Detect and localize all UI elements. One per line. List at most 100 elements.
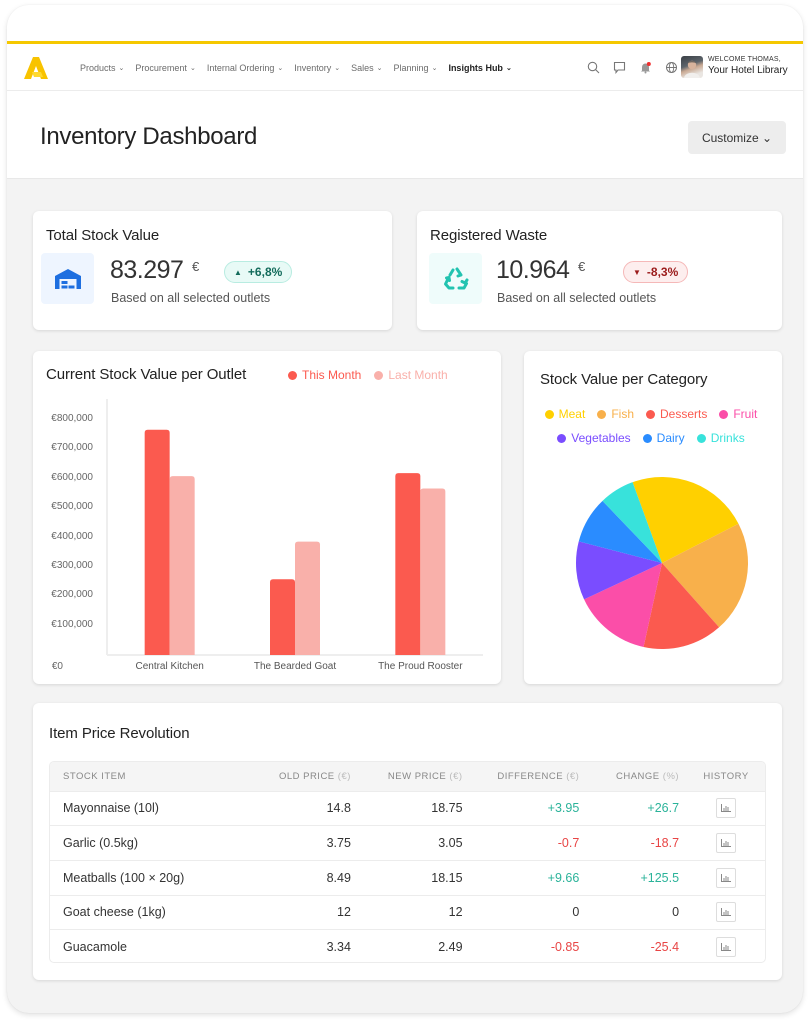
- cell-old: 14.8: [254, 790, 359, 826]
- column-header-change[interactable]: CHANGE (%): [587, 762, 688, 791]
- nav-item-insights-hub[interactable]: Insights Hub ⌄: [448, 63, 511, 73]
- column-header-unit: (€): [566, 770, 580, 782]
- notification-bell-icon[interactable]: [632, 57, 658, 77]
- column-header-new-price[interactable]: NEW PRICE (€): [358, 762, 471, 791]
- cell-old: 3.34: [254, 929, 359, 962]
- cell-change: -18.7: [587, 825, 688, 861]
- y-tick-label: €700,000: [51, 442, 93, 454]
- cell-new: 18.15: [358, 859, 471, 896]
- nav-item-sales[interactable]: Sales ⌄: [351, 63, 382, 73]
- column-header-stock-item[interactable]: STOCK ITEM: [50, 762, 255, 791]
- app-window: Products ⌄ Procurement ⌄ Internal Ordering ⌄ I…: [7, 5, 803, 1013]
- column-header-label: HISTORY: [703, 770, 749, 782]
- chevron-down-icon: ⌄: [505, 64, 512, 72]
- stock-per-outlet-card: Current Stock Value per Outlet This Mont…: [33, 351, 501, 684]
- column-header-unit: (€): [449, 770, 463, 782]
- column-header-label: DIFFERENCE: [497, 770, 564, 782]
- chevron-down-icon: ⌄: [334, 64, 341, 72]
- column-header-label: CHANGE: [615, 770, 660, 782]
- bar-this-month-the-bearded-goat[interactable]: [270, 579, 295, 655]
- chevron-down-icon: ⌄: [277, 64, 284, 72]
- cell-diff: +3.95: [470, 790, 588, 826]
- bar-chart-icon: [721, 804, 732, 813]
- card-title: Total Stock Value: [46, 227, 160, 244]
- table-header-row: STOCK ITEM OLD PRICE (€) NEW PRICE (€) DIFF…: [50, 762, 765, 791]
- nav-item-procurement[interactable]: Procurement ⌄: [135, 63, 195, 73]
- cell-new: 2.49: [358, 929, 471, 962]
- y-tick-label: €600,000: [51, 471, 93, 483]
- stock-value-currency: €: [192, 259, 200, 274]
- nav-item-label: Insights Hub: [448, 62, 503, 73]
- organization-name: Your Hotel Library: [708, 65, 788, 76]
- top-strip: [7, 5, 803, 41]
- waste-change-value: -8,3%: [646, 265, 679, 279]
- bar-last-month-central-kitchen[interactable]: [169, 476, 195, 655]
- chevron-down-icon: ⌄: [118, 64, 125, 72]
- bar-last-month-the-bearded-goat[interactable]: [295, 541, 320, 655]
- waste-value-subtitle: Based on all selected outlets: [497, 291, 657, 305]
- price-table: STOCK ITEM OLD PRICE (€) NEW PRICE (€) DIFF…: [50, 762, 765, 962]
- history-chart-button[interactable]: [716, 833, 737, 854]
- pie-chart: [576, 477, 748, 649]
- y-tick-label: €400,000: [51, 530, 93, 542]
- search-icon[interactable]: [580, 57, 606, 77]
- cell-change: 0: [587, 894, 688, 930]
- cell-new: 12: [358, 894, 471, 930]
- history-chart-button[interactable]: [716, 937, 737, 958]
- warehouse-icon: [41, 253, 94, 304]
- x-tick-label: Central Kitchen: [135, 661, 204, 672]
- chat-icon[interactable]: [606, 57, 632, 77]
- card-title: Registered Waste: [430, 227, 548, 244]
- cell-change: +26.7: [587, 790, 688, 826]
- column-header-old-price[interactable]: OLD PRICE (€): [254, 762, 359, 791]
- total-stock-value-card: Total Stock Value 83.297 € ▲ +6,8% Based…: [33, 211, 392, 330]
- bar-this-month-the-proud-rooster[interactable]: [395, 473, 421, 655]
- column-header-label: NEW PRICE: [387, 770, 447, 782]
- y-tick-label: €0: [51, 661, 63, 672]
- main-menu: Products ⌄ Procurement ⌄ Internal Ordering ⌄ I…: [80, 44, 523, 91]
- cell-item: Meatballs (100 × 20g): [50, 859, 255, 896]
- nav-item-internal-ordering[interactable]: Internal Ordering ⌄: [207, 63, 283, 73]
- cell-diff: -0.85: [470, 929, 588, 962]
- nav-item-products[interactable]: Products ⌄: [80, 63, 124, 73]
- y-tick-label: €800,000: [51, 413, 93, 424]
- chevron-down-icon: ⌄: [376, 64, 383, 72]
- item-price-revolution-card: Item Price Revolution STOCK ITEM OLD PRIC…: [33, 703, 782, 980]
- history-chart-button[interactable]: [716, 902, 737, 923]
- chevron-down-icon: ⌄: [431, 64, 438, 72]
- bar-chart-icon: [721, 839, 732, 848]
- bar-chart-icon: [721, 873, 732, 882]
- bar-last-month-the-proud-rooster[interactable]: [420, 488, 446, 655]
- cell-history: [687, 825, 765, 861]
- history-chart-button[interactable]: [716, 867, 737, 888]
- customize-dropdown-button[interactable]: Customize ⌄: [688, 121, 786, 154]
- page-title: Inventory Dashboard: [40, 123, 258, 150]
- column-header-unit: (€): [337, 770, 351, 782]
- nav-item-label: Sales: [351, 62, 374, 73]
- recycle-icon: [429, 253, 482, 304]
- cell-new: 18.75: [358, 790, 471, 826]
- cell-old: 12: [254, 894, 359, 930]
- table-row: Garlic (0.5kg) 3.75 3.05 -0.7 -18.7: [50, 825, 765, 861]
- y-tick-label: €200,000: [51, 589, 93, 601]
- waste-value-currency: €: [578, 259, 586, 274]
- welcome-block[interactable]: WELCOME THOMAS, Your Hotel Library: [708, 56, 788, 76]
- cell-history: [687, 929, 765, 962]
- history-chart-button[interactable]: [716, 798, 737, 819]
- brand-logo-icon[interactable]: [23, 55, 49, 81]
- y-tick-label: €500,000: [51, 501, 93, 513]
- cell-change: -25.4: [587, 929, 688, 962]
- chevron-down-icon: ⌄: [189, 64, 196, 72]
- column-header-difference[interactable]: DIFFERENCE (€): [470, 762, 588, 791]
- nav-item-inventory[interactable]: Inventory ⌄: [294, 63, 340, 73]
- table-title: Item Price Revolution: [49, 725, 190, 742]
- bar-chart-icon: [721, 943, 732, 952]
- column-header-history[interactable]: HISTORY: [687, 762, 765, 791]
- user-avatar[interactable]: [681, 56, 703, 78]
- cell-history: [687, 894, 765, 930]
- x-tick-label: The Proud Rooster: [378, 661, 463, 672]
- bar-chart-icon: [721, 908, 732, 917]
- bar-this-month-central-kitchen[interactable]: [144, 429, 170, 655]
- column-header-unit: (%): [662, 770, 680, 782]
- nav-item-planning[interactable]: Planning ⌄: [394, 63, 438, 73]
